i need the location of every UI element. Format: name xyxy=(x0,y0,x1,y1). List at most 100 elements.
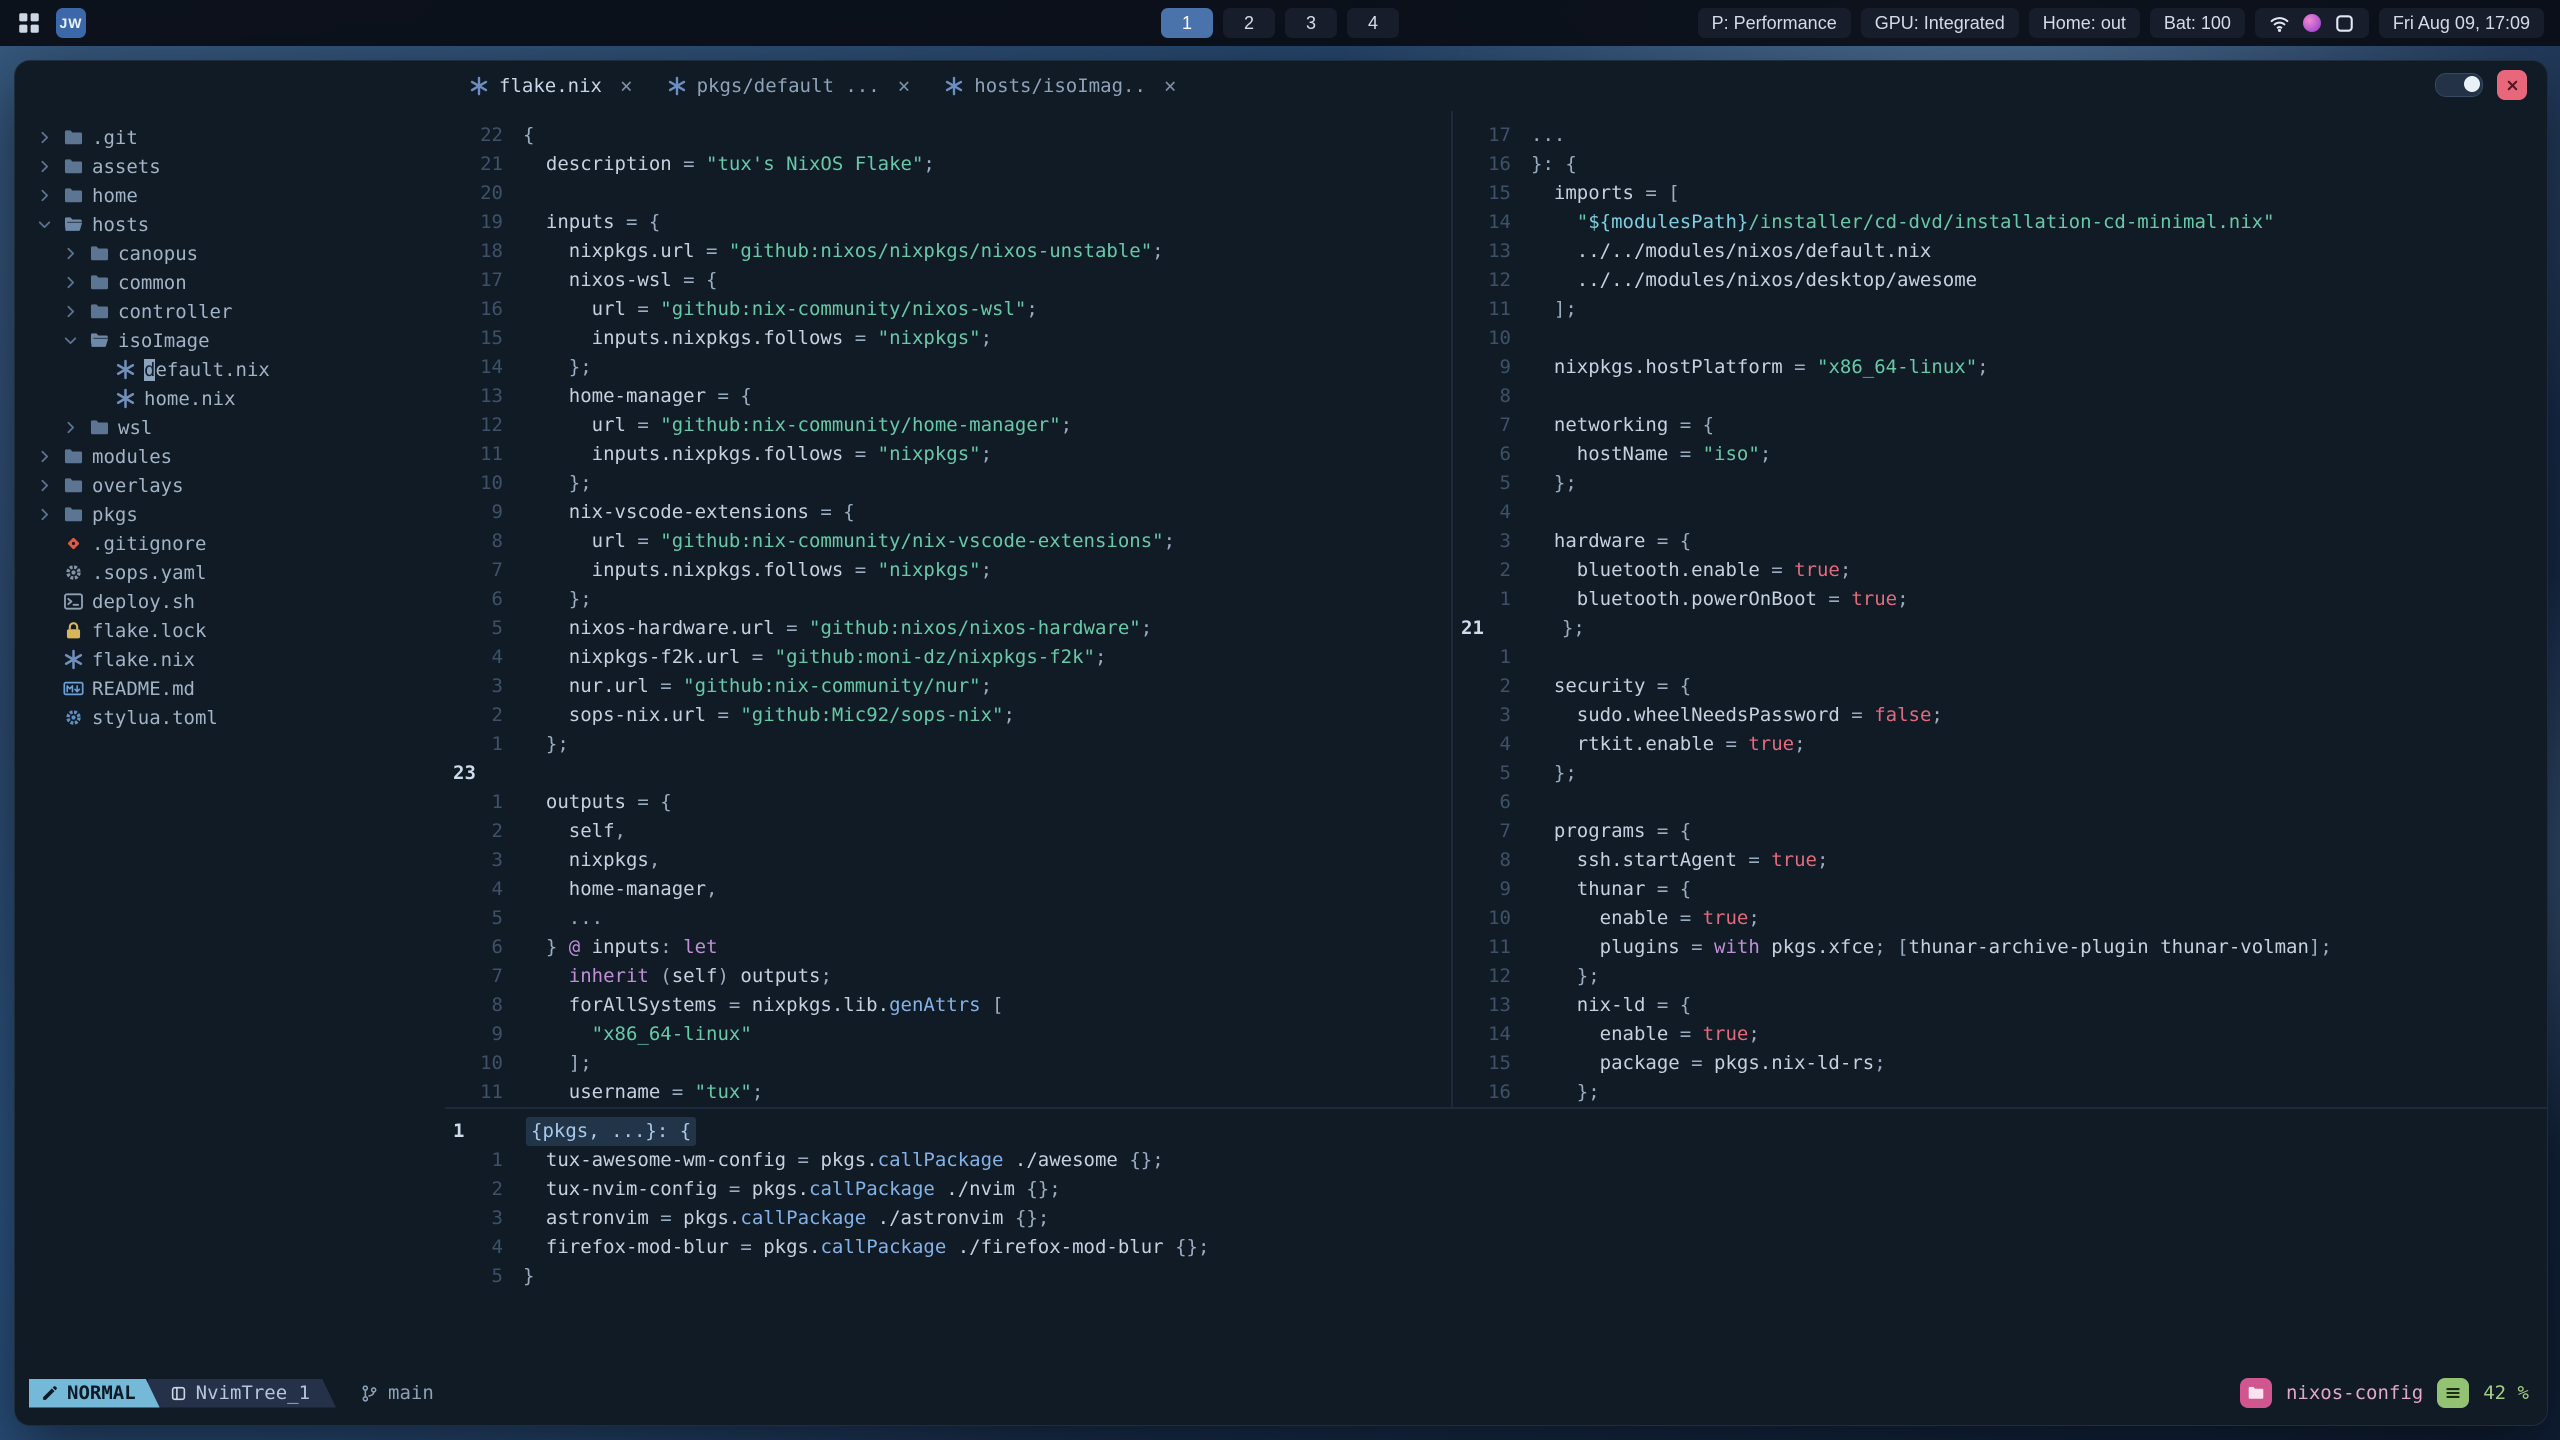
tree-item-readme-md[interactable]: README.md xyxy=(15,674,445,703)
app-launcher-icon[interactable] xyxy=(16,10,42,36)
code-line[interactable]: 12 ../../modules/nixos/desktop/awesome xyxy=(1453,266,2547,295)
code-line[interactable]: 17... xyxy=(1453,121,2547,150)
tree-item-pkgs[interactable]: pkgs xyxy=(15,500,445,529)
code-line[interactable]: 2 security = { xyxy=(1453,672,2547,701)
code-line[interactable]: 5 nixos-hardware.url = "github:nixos/nix… xyxy=(445,614,1451,643)
code-line[interactable]: 5 ... xyxy=(445,904,1451,933)
code-line[interactable]: 13 nix-ld = { xyxy=(1453,991,2547,1020)
workspace-3[interactable]: 3 xyxy=(1285,8,1337,38)
code-line[interactable]: 3 astronvim = pkgs.callPackage ./astronv… xyxy=(445,1204,2547,1233)
code-line[interactable]: 20 xyxy=(445,179,1451,208)
code-line[interactable]: 1 outputs = { xyxy=(445,788,1451,817)
code-line[interactable]: 15 imports = [ xyxy=(1453,179,2547,208)
code-line[interactable]: 1 }; xyxy=(445,730,1451,759)
code-line[interactable]: 8 forAllSystems = nixpkgs.lib.genAttrs [ xyxy=(445,991,1451,1020)
workspace-4[interactable]: 4 xyxy=(1347,8,1399,38)
tree-item-home-nix[interactable]: home.nix xyxy=(15,384,445,413)
code-line[interactable]: 3 hardware = { xyxy=(1453,527,2547,556)
code-line[interactable]: 10 xyxy=(1453,324,2547,353)
code-line[interactable]: 2 tux-nvim-config = pkgs.callPackage ./n… xyxy=(445,1175,2547,1204)
code-line[interactable]: 4 nixpkgs-f2k.url = "github:moni-dz/nixp… xyxy=(445,643,1451,672)
tree-item-overlays[interactable]: overlays xyxy=(15,471,445,500)
code-line[interactable]: 14 enable = true; xyxy=(1453,1020,2547,1049)
tree-item-wsl[interactable]: wsl xyxy=(15,413,445,442)
code-line[interactable]: 12 url = "github:nix-community/home-mana… xyxy=(445,411,1451,440)
code-line[interactable]: 7 networking = { xyxy=(1453,411,2547,440)
tree-item-modules[interactable]: modules xyxy=(15,442,445,471)
workspace-2[interactable]: 2 xyxy=(1223,8,1275,38)
code-line[interactable]: 3 nur.url = "github:nix-community/nur"; xyxy=(445,672,1451,701)
tab-flake-nix[interactable]: flake.nix × xyxy=(461,70,641,102)
code-line[interactable]: 22 { xyxy=(445,121,1451,150)
code-line[interactable]: 1 bluetooth.powerOnBoot = true; xyxy=(1453,585,2547,614)
tree-item-stylua-toml[interactable]: stylua.toml xyxy=(15,703,445,732)
code-line[interactable]: 11 inputs.nixpkgs.follows = "nixpkgs"; xyxy=(445,440,1451,469)
code-line[interactable]: 10 enable = true; xyxy=(1453,904,2547,933)
tab-close-icon[interactable]: × xyxy=(620,74,633,98)
code-line[interactable]: 9 "x86_64-linux" xyxy=(445,1020,1451,1049)
tree-item-assets[interactable]: assets xyxy=(15,152,445,181)
code-line[interactable]: 4 home-manager, xyxy=(445,875,1451,904)
code-line[interactable]: 11 plugins = with pkgs.xfce; [thunar-arc… xyxy=(1453,933,2547,962)
code-line[interactable]: 5 }; xyxy=(1453,469,2547,498)
code-line[interactable]: 2 sops-nix.url = "github:Mic92/sops-nix"… xyxy=(445,701,1451,730)
tab-close-icon[interactable]: × xyxy=(898,74,911,98)
logo-badge[interactable]: JW xyxy=(56,8,86,38)
code-line[interactable]: 15 inputs.nixpkgs.follows = "nixpkgs"; xyxy=(445,324,1451,353)
code-line[interactable]: 6 } @ inputs: let xyxy=(445,933,1451,962)
tree-item-isoimage[interactable]: isoImage xyxy=(15,326,445,355)
code-line[interactable]: 5 }; xyxy=(1453,759,2547,788)
hue-icon[interactable] xyxy=(2302,14,2321,32)
code-line[interactable]: 4 xyxy=(1453,498,2547,527)
tree-item--gitignore[interactable]: .gitignore xyxy=(15,529,445,558)
code-line[interactable]: 3 nixpkgs, xyxy=(445,846,1451,875)
code-line[interactable]: 16}: { xyxy=(1453,150,2547,179)
tree-item-deploy-sh[interactable]: deploy.sh xyxy=(15,587,445,616)
code-line[interactable]: 1 {pkgs, ...}: { xyxy=(445,1117,2547,1146)
code-line[interactable]: 7 inherit (self) outputs; xyxy=(445,962,1451,991)
tree-item-flake-nix[interactable]: flake.nix xyxy=(15,645,445,674)
tree-item-canopus[interactable]: canopus xyxy=(15,239,445,268)
code-line[interactable]: 8 xyxy=(1453,382,2547,411)
tree-item-common[interactable]: common xyxy=(15,268,445,297)
window-close-button[interactable] xyxy=(2497,70,2527,100)
code-line[interactable]: 9 thunar = { xyxy=(1453,875,2547,904)
tab-pkgs-default-[interactable]: pkgs/default ... × xyxy=(659,70,919,102)
tree-item-controller[interactable]: controller xyxy=(15,297,445,326)
tree-item-flake-lock[interactable]: flake.lock xyxy=(15,616,445,645)
code-line[interactable]: 10 }; xyxy=(445,469,1451,498)
code-line[interactable]: 2 self, xyxy=(445,817,1451,846)
code-line[interactable]: 10 ]; xyxy=(445,1049,1451,1078)
tree-item-default-nix[interactable]: default.nix xyxy=(15,355,445,384)
code-line[interactable]: 12 }; xyxy=(1453,962,2547,991)
code-line[interactable]: 6 hostName = "iso"; xyxy=(1453,440,2547,469)
code-line[interactable]: 8 ssh.startAgent = true; xyxy=(1453,846,2547,875)
code-line[interactable]: 4 rtkit.enable = true; xyxy=(1453,730,2547,759)
tree-item--git[interactable]: .git xyxy=(15,123,445,152)
code-line[interactable]: 18 nixpkgs.url = "github:nixos/nixpkgs/n… xyxy=(445,237,1451,266)
code-line[interactable]: 19 inputs = { xyxy=(445,208,1451,237)
code-line[interactable]: 1 tux-awesome-wm-config = pkgs.callPacka… xyxy=(445,1146,2547,1175)
code-line[interactable]: 9 nix-vscode-extensions = { xyxy=(445,498,1451,527)
code-line[interactable]: 8 url = "github:nix-community/nix-vscode… xyxy=(445,527,1451,556)
code-line[interactable]: 14 "${modulesPath}/installer/cd-dvd/inst… xyxy=(1453,208,2547,237)
code-line[interactable]: 17 nixos-wsl = { xyxy=(445,266,1451,295)
code-line[interactable]: 3 sudo.wheelNeedsPassword = false; xyxy=(1453,701,2547,730)
code-line[interactable]: 16 url = "github:nix-community/nixos-wsl… xyxy=(445,295,1451,324)
code-line[interactable]: 16 }; xyxy=(1453,1078,2547,1107)
code-line[interactable]: 11 ]; xyxy=(1453,295,2547,324)
code-line[interactable]: 6 xyxy=(1453,788,2547,817)
code-line[interactable]: 6 }; xyxy=(445,585,1451,614)
code-line[interactable]: 4 firefox-mod-blur = pkgs.callPackage ./… xyxy=(445,1233,2547,1262)
tree-item--sops-yaml[interactable]: .sops.yaml xyxy=(15,558,445,587)
code-line[interactable]: 5} xyxy=(445,1262,2547,1291)
wifi-icon[interactable] xyxy=(2269,13,2290,34)
code-line[interactable]: 13 home-manager = { xyxy=(445,382,1451,411)
code-line[interactable]: 9 nixpkgs.hostPlatform = "x86_64-linux"; xyxy=(1453,353,2547,382)
tab-hosts-isoimag-[interactable]: hosts/isoImag.. × xyxy=(936,70,1184,102)
code-line[interactable]: 21 }; xyxy=(1453,614,2547,643)
code-line[interactable]: 13 ../../modules/nixos/default.nix xyxy=(1453,237,2547,266)
tab-close-icon[interactable]: × xyxy=(1164,74,1177,98)
code-line[interactable]: 7 inputs.nixpkgs.follows = "nixpkgs"; xyxy=(445,556,1451,585)
code-line[interactable]: 11 username = "tux"; xyxy=(445,1078,1451,1107)
